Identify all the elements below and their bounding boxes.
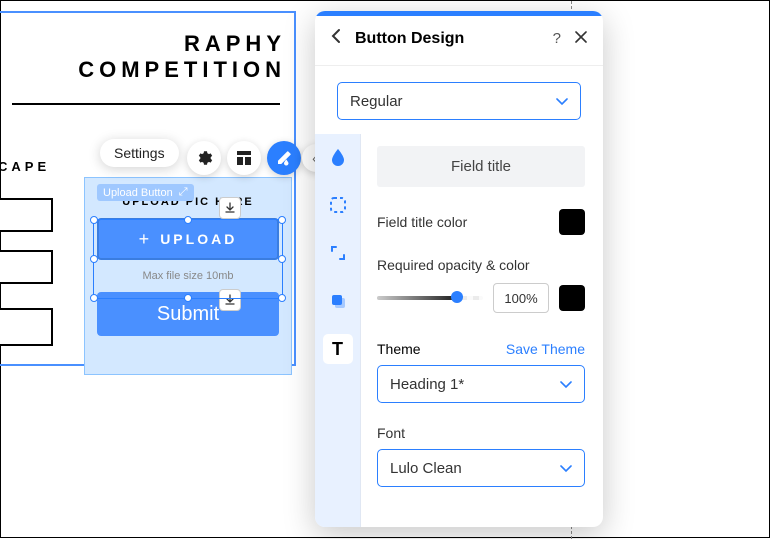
editor-canvas: RAPHY COMPETITION CAPE Upload Button ⤢ U… bbox=[1, 1, 770, 539]
upload-button-label: UPLOAD bbox=[160, 231, 237, 247]
tab-fill[interactable] bbox=[323, 142, 353, 172]
field-title-color-row: Field title color bbox=[377, 209, 585, 235]
input-field[interactable] bbox=[0, 198, 53, 232]
settings-pill[interactable]: Settings bbox=[100, 139, 179, 167]
state-value: Regular bbox=[350, 93, 403, 110]
opacity-controls: 100 % bbox=[377, 283, 585, 313]
font-label: Font bbox=[377, 425, 585, 441]
settings-label: Settings bbox=[114, 145, 165, 161]
theme-value: Heading 1* bbox=[390, 376, 464, 393]
design-panel: Button Design ? Regular bbox=[315, 11, 603, 527]
download-icon[interactable] bbox=[219, 197, 241, 219]
text-icon: T bbox=[332, 339, 343, 360]
corners-icon bbox=[329, 244, 347, 262]
panel-scroll[interactable]: Field title Field title color Required o… bbox=[361, 134, 603, 527]
font-value: Lulo Clean bbox=[390, 460, 462, 477]
panel-body: T Field title Field title color Required… bbox=[315, 134, 603, 527]
theme-label: Theme bbox=[377, 341, 421, 357]
slider-thumb[interactable] bbox=[451, 291, 463, 303]
save-theme-link[interactable]: Save Theme bbox=[506, 341, 585, 357]
opacity-value: 100 bbox=[504, 291, 526, 306]
plus-icon: + bbox=[139, 229, 153, 250]
gear-icon bbox=[195, 149, 213, 167]
color-swatch[interactable] bbox=[559, 209, 585, 235]
chevron-left-icon bbox=[331, 28, 341, 44]
slider-fill bbox=[377, 296, 455, 300]
design-button[interactable] bbox=[267, 141, 301, 175]
dashed-square-icon bbox=[329, 196, 347, 214]
theme-row: Theme Save Theme bbox=[377, 341, 585, 357]
drop-icon bbox=[330, 148, 346, 166]
help-button[interactable]: ? bbox=[553, 30, 561, 47]
panel-title: Button Design bbox=[355, 30, 539, 48]
color-swatch[interactable] bbox=[559, 285, 585, 311]
side-tabs: T bbox=[315, 134, 361, 527]
upload-form-card[interactable]: Upload Button ⤢ UPLOAD PIC HERE + UPLOAD… bbox=[84, 177, 292, 375]
tab-text[interactable]: T bbox=[323, 334, 353, 364]
shadow-icon bbox=[329, 292, 347, 310]
layout-icon bbox=[236, 150, 252, 166]
opacity-input[interactable]: 100 % bbox=[493, 283, 549, 313]
element-tag[interactable]: Upload Button ⤢ bbox=[97, 184, 194, 201]
submit-label: Submit bbox=[157, 303, 219, 326]
paint-icon bbox=[275, 149, 293, 167]
expand-icon: ⤢ bbox=[179, 186, 188, 199]
opacity-row: Required opacity & color 100 % bbox=[377, 257, 585, 313]
gear-button[interactable] bbox=[187, 141, 221, 175]
close-icon bbox=[575, 31, 587, 43]
tab-corners[interactable] bbox=[323, 238, 353, 268]
opacity-slider[interactable] bbox=[377, 293, 483, 303]
back-button[interactable] bbox=[331, 28, 341, 49]
field-title-color-label: Field title color bbox=[377, 214, 467, 230]
chevron-down-icon bbox=[560, 460, 572, 477]
input-field[interactable] bbox=[0, 308, 53, 346]
chevron-down-icon bbox=[556, 93, 568, 110]
close-button[interactable] bbox=[575, 30, 587, 48]
theme-select[interactable]: Heading 1* bbox=[377, 365, 585, 403]
page-title: RAPHY COMPETITION bbox=[0, 13, 294, 103]
opacity-label: Required opacity & color bbox=[377, 257, 585, 273]
max-file-hint: Max file size 10mb bbox=[97, 270, 279, 282]
state-select[interactable]: Regular bbox=[337, 82, 581, 120]
tab-shadow[interactable] bbox=[323, 286, 353, 316]
upload-button[interactable]: + UPLOAD bbox=[97, 218, 279, 260]
tab-border-dashed[interactable] bbox=[323, 190, 353, 220]
layout-button[interactable] bbox=[227, 141, 261, 175]
section-header: Field title bbox=[377, 146, 585, 187]
input-field[interactable] bbox=[0, 250, 53, 284]
font-select[interactable]: Lulo Clean bbox=[377, 449, 585, 487]
chevron-down-icon bbox=[560, 376, 572, 393]
download-icon[interactable] bbox=[219, 289, 241, 311]
panel-header: Button Design ? bbox=[315, 16, 603, 66]
element-tag-label: Upload Button bbox=[103, 187, 173, 199]
submit-button[interactable]: Submit bbox=[97, 292, 279, 336]
opacity-unit: % bbox=[526, 291, 538, 306]
